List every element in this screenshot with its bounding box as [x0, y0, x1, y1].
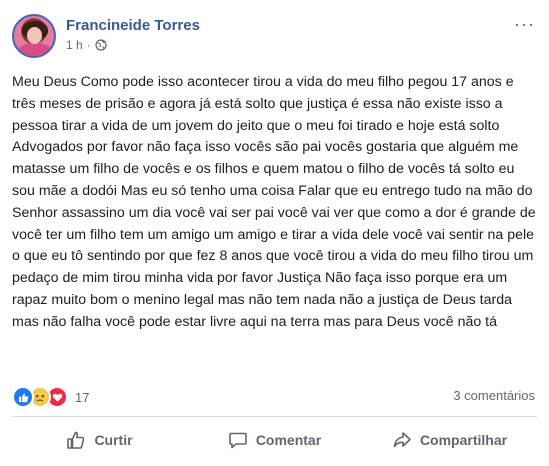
- action-bar: Curtir Comentar Compartilhar: [12, 420, 537, 460]
- reaction-count[interactable]: 17: [75, 390, 89, 405]
- post-meta: Francineide Torres 1 h ·: [66, 14, 200, 52]
- post-header: Francineide Torres 1 h ·: [12, 14, 200, 58]
- more-options-icon[interactable]: ···: [514, 15, 535, 33]
- avatar[interactable]: [12, 14, 56, 58]
- comments-count[interactable]: 3 comentários: [453, 388, 535, 403]
- comment-icon: [229, 432, 247, 449]
- post-text: Meu Deus Como pode isso acontecer tirou …: [12, 74, 536, 330]
- like-label: Curtir: [94, 432, 133, 448]
- author-name[interactable]: Francineide Torres: [66, 16, 200, 35]
- thumbs-up-icon: [67, 431, 85, 449]
- like-icon: [12, 386, 34, 408]
- divider: [12, 416, 537, 417]
- comment-label: Comentar: [255, 432, 322, 448]
- separator-dot: ·: [86, 38, 91, 52]
- post-card: Francineide Torres 1 h · ··· Meu Deus Co…: [0, 0, 549, 466]
- reactions-summary[interactable]: 17: [12, 386, 89, 408]
- share-button[interactable]: Compartilhar: [362, 420, 537, 460]
- globe-icon[interactable]: [95, 39, 107, 51]
- post-subline: 1 h ·: [66, 38, 200, 52]
- post-timestamp[interactable]: 1 h: [66, 38, 83, 52]
- share-label: Compartilhar: [419, 432, 508, 448]
- share-icon: [393, 432, 411, 448]
- like-button[interactable]: Curtir: [12, 420, 187, 460]
- comment-button[interactable]: Comentar: [187, 420, 362, 460]
